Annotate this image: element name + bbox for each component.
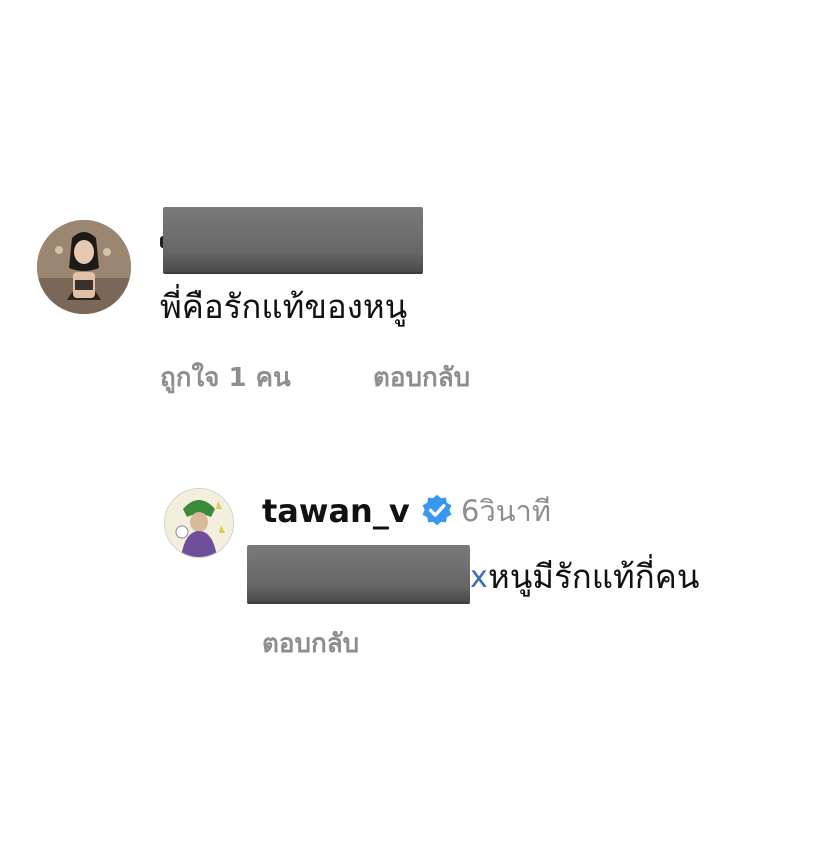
commenter-avatar[interactable] bbox=[37, 220, 131, 314]
redacted-mention bbox=[247, 545, 470, 602]
reply-avatar[interactable] bbox=[164, 488, 234, 558]
likes-count-link[interactable]: ถูกใจ 1 คน bbox=[160, 362, 291, 394]
reply-button[interactable]: ตอบกลับ bbox=[373, 362, 470, 394]
verified-badge-icon bbox=[422, 494, 452, 526]
reply-button[interactable]: ตอบกลับ bbox=[262, 628, 359, 660]
mention-fragment: x bbox=[470, 560, 488, 595]
reply-text: หนูมีรักแท้กี่คน bbox=[488, 557, 700, 596]
reply-timestamp: 6วินาที bbox=[461, 494, 551, 528]
comment-text: พี่คือรักแท้ของหนู bbox=[160, 287, 408, 326]
reply-username[interactable]: tawan_v bbox=[262, 492, 410, 530]
redacted-username bbox=[163, 207, 423, 272]
